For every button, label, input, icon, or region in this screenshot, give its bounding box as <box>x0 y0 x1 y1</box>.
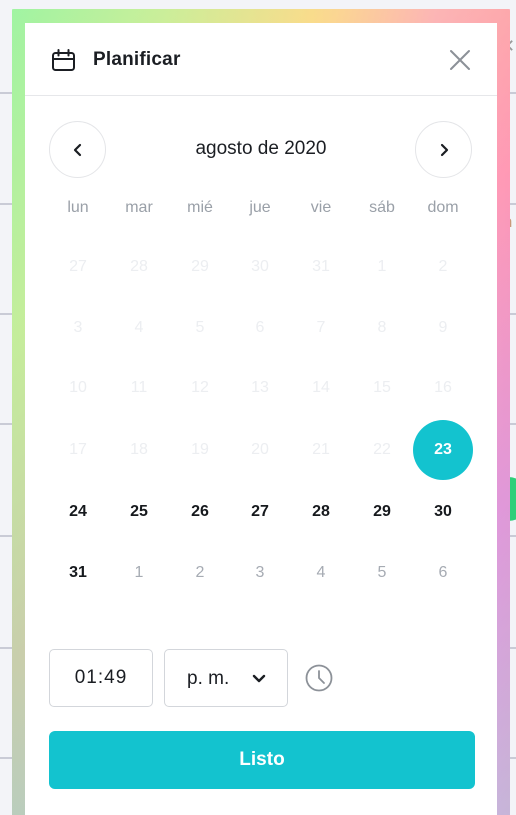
month-label: agosto de 2020 <box>195 138 327 159</box>
dialog-title: Planificar <box>93 49 181 70</box>
calendar-day-disabled: 27 <box>69 258 87 275</box>
weekday-label: dom <box>427 199 459 216</box>
calendar-day-disabled: 11 <box>130 379 148 396</box>
weekday-label: mar <box>125 199 153 216</box>
calendar-day-next-month[interactable]: 3 <box>230 543 290 603</box>
calendar-day-next-month[interactable]: 2 <box>170 543 230 603</box>
calendar-day-disabled: 1 <box>377 258 387 275</box>
period-select-value: p. m. <box>187 668 230 689</box>
weekday-label: vie <box>310 199 332 216</box>
calendar-day[interactable]: 28 <box>291 482 351 542</box>
weekday-label: sáb <box>369 199 395 216</box>
weekday-label: mié <box>187 199 213 216</box>
calendar-day-disabled: 14 <box>312 379 330 396</box>
calendar-day-next-month[interactable]: 6 <box>413 543 473 603</box>
chevron-down-icon <box>252 674 266 683</box>
clock-icon[interactable] <box>304 663 334 693</box>
calendar-day-disabled: 12 <box>191 379 209 396</box>
calendar-day-disabled: 22 <box>373 441 391 458</box>
calendar-day-disabled: 13 <box>251 379 269 396</box>
dialog-header: Planificar <box>25 23 497 96</box>
calendar-day-disabled: 30 <box>251 258 269 275</box>
calendar-day-disabled: 18 <box>130 441 148 458</box>
calendar-day-label: 23 <box>434 441 452 458</box>
period-select[interactable]: p. m. <box>164 649 288 707</box>
calendar-day-disabled: 5 <box>195 319 205 336</box>
calendar-day[interactable]: 29 <box>352 482 412 542</box>
next-month-button[interactable] <box>415 121 472 178</box>
calendar-day[interactable]: 25 <box>109 482 169 542</box>
calendar-day[interactable]: 24 <box>48 482 108 542</box>
done-button[interactable]: Listo <box>49 731 475 789</box>
chevron-right-icon <box>440 143 448 156</box>
previous-month-button[interactable] <box>49 121 106 178</box>
calendar-day-disabled: 4 <box>134 319 144 336</box>
calendar-day-disabled: 9 <box>438 319 448 336</box>
chevron-left-icon <box>73 143 81 156</box>
calendar-day-next-month[interactable]: 5 <box>352 543 412 603</box>
calendar-day-disabled: 29 <box>191 258 209 275</box>
calendar-day-disabled: 17 <box>69 441 87 458</box>
calendar-day[interactable]: 31 <box>48 543 108 603</box>
calendar-day-disabled: 15 <box>373 379 391 396</box>
calendar-day-disabled: 21 <box>312 441 330 458</box>
calendar-day-disabled: 28 <box>130 258 148 275</box>
calendar-day-disabled: 20 <box>251 441 269 458</box>
calendar-day[interactable]: 26 <box>170 482 230 542</box>
calendar-day-next-month[interactable]: 1 <box>109 543 169 603</box>
calendar-icon <box>52 49 75 71</box>
calendar-day-disabled: 10 <box>69 379 87 396</box>
calendar-day-disabled: 8 <box>377 319 387 336</box>
calendar-day-disabled: 19 <box>191 441 209 458</box>
weekday-label: jue <box>249 199 271 216</box>
calendar-day-disabled: 2 <box>438 258 448 275</box>
calendar-day[interactable]: 27 <box>230 482 290 542</box>
calendar-day-disabled: 31 <box>312 258 330 275</box>
time-input[interactable]: 01:49 <box>49 649 153 707</box>
schedule-dialog: Planificar agosto de 2020 lun mar mié ju… <box>25 23 497 815</box>
calendar-day[interactable]: 30 <box>413 482 473 542</box>
calendar-day-disabled: 16 <box>434 379 452 396</box>
calendar-day-disabled: 3 <box>73 319 83 336</box>
calendar-day-selected[interactable]: 23 <box>413 420 473 480</box>
weekday-label: lun <box>67 199 89 216</box>
calendar-day-disabled: 6 <box>255 319 265 336</box>
calendar-day-disabled: 7 <box>316 319 326 336</box>
close-icon[interactable] <box>449 49 471 71</box>
calendar-day-next-month[interactable]: 4 <box>291 543 351 603</box>
